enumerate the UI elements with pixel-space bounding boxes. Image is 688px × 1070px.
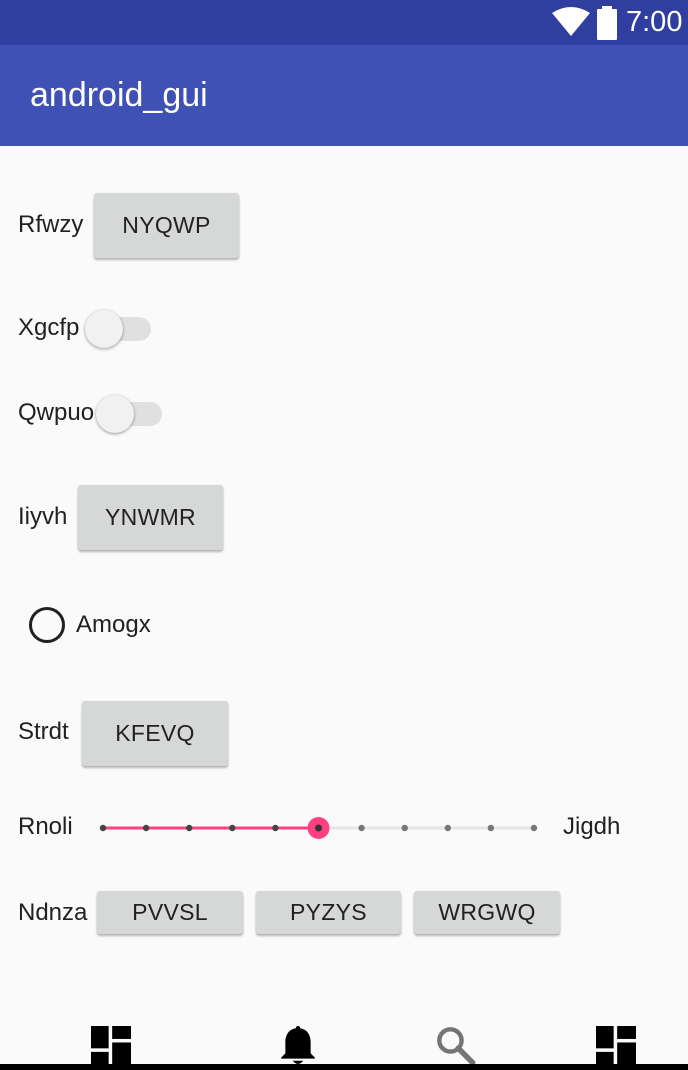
status-bar: 7:00: [0, 0, 688, 45]
seekbar-tick: [444, 824, 451, 832]
dashboard-icon[interactable]: [91, 1026, 131, 1066]
seekbar-tick: [186, 824, 193, 832]
seekbar-tick: [229, 824, 236, 832]
iiyvh-label: Iiyvh: [18, 503, 68, 530]
seekbar-thumb-dot: [315, 824, 322, 832]
seekbar-tick: [487, 824, 495, 832]
nyqwp-button[interactable]: NYQWP: [94, 193, 239, 258]
navigation-bar-edge: [0, 1064, 688, 1070]
app-bar: android_gui: [0, 45, 688, 146]
qwpuo-label: Qwpuo: [18, 399, 95, 426]
bottom-navigation: [0, 1010, 688, 1070]
wrgwq-button[interactable]: WRGWQ: [414, 891, 560, 934]
seekbar-tick: [530, 824, 538, 832]
dashboard-icon[interactable]: [596, 1026, 636, 1066]
ynwmr-button[interactable]: YNWMR: [78, 485, 223, 550]
seekbar-tick: [99, 824, 107, 832]
battery-icon: [597, 6, 617, 40]
notifications-icon[interactable]: [278, 1026, 318, 1066]
amogx-radio-label[interactable]: Amogx: [76, 610, 151, 640]
rfwzy-label: Rfwzy: [18, 211, 84, 238]
search-icon[interactable]: [436, 1026, 476, 1066]
wifi-icon: [552, 7, 590, 36]
seekbar-tick: [142, 824, 150, 832]
ndnza-label: Ndnza: [18, 899, 88, 926]
qwpuo-switch[interactable]: [96, 393, 166, 433]
seekbar-tick: [272, 824, 279, 832]
pvvsl-button[interactable]: PVVSL: [97, 891, 243, 934]
amogx-radio[interactable]: [29, 607, 65, 643]
xgcfp-label: Xgcfp: [18, 314, 80, 341]
rnoli-label: Rnoli: [18, 813, 73, 840]
kfevq-button[interactable]: KFEVQ: [82, 701, 228, 766]
seekbar-graphic: [99, 817, 538, 839]
switch-thumb: [96, 395, 134, 433]
status-clock: 7:00: [626, 6, 683, 38]
discrete-seekbar[interactable]: [95, 808, 545, 848]
seekbar-tick: [358, 824, 365, 832]
pyzys-button[interactable]: PYZYS: [256, 891, 401, 934]
seekbar-tick: [401, 824, 408, 832]
strdt-label: Strdt: [18, 718, 69, 745]
jigdh-label: Jigdh: [563, 813, 621, 840]
xgcfp-switch[interactable]: [85, 308, 155, 348]
app-title: android_gui: [30, 76, 208, 114]
switch-thumb: [85, 310, 123, 348]
